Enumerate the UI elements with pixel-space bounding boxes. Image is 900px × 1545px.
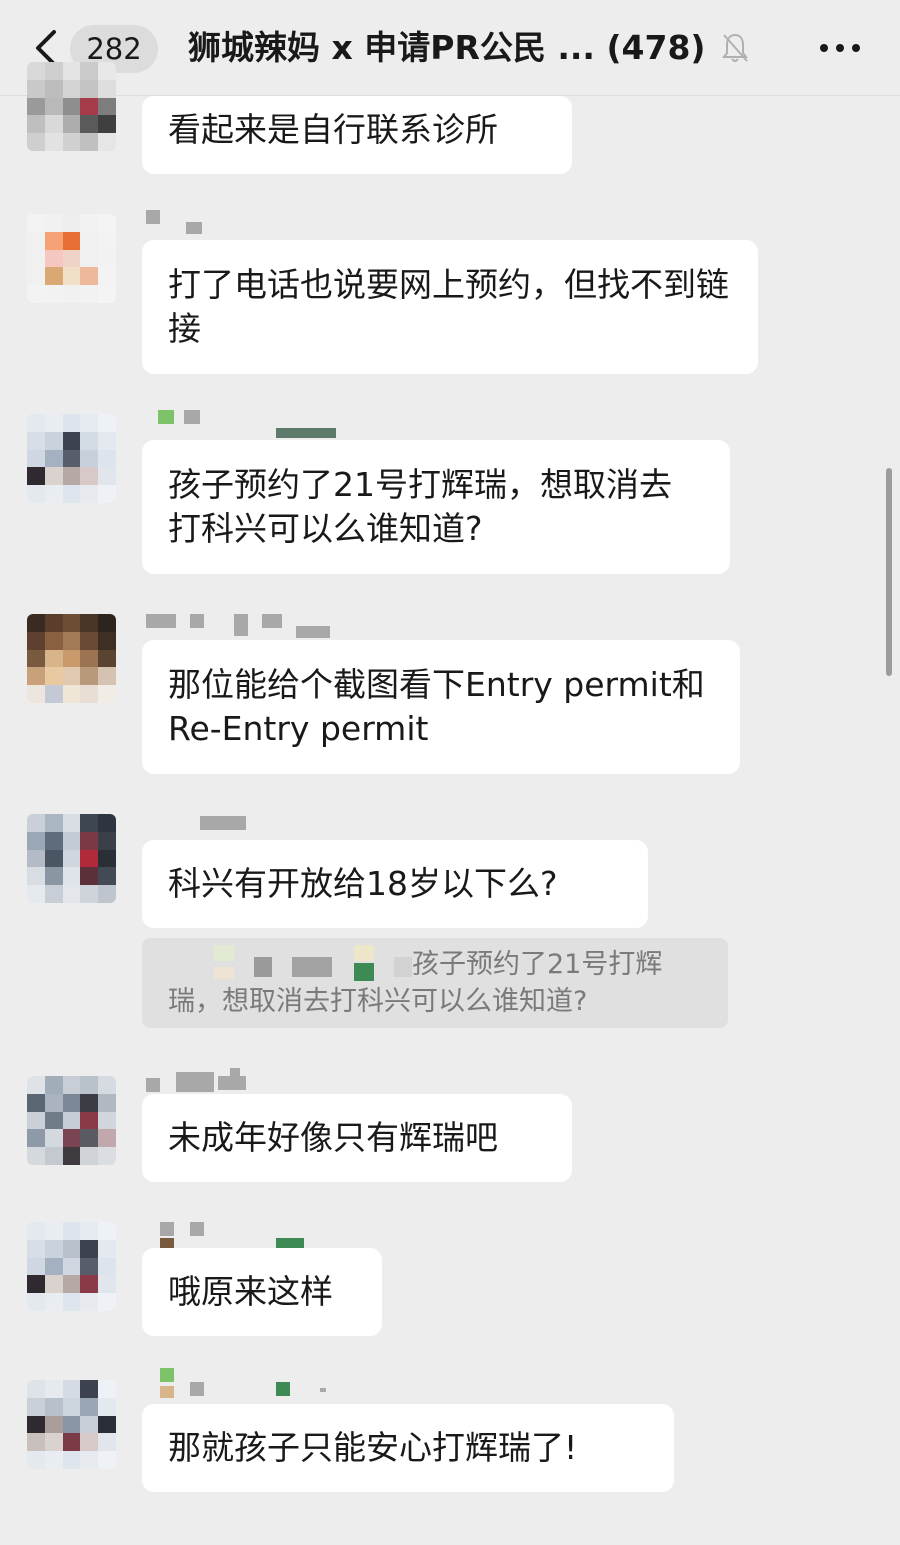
- message-bubble[interactable]: 孩子预约了21号打辉瑞，想取消去打科兴可以么谁知道?: [142, 440, 730, 574]
- sender-name: [160, 1222, 310, 1250]
- chat-title: 狮城辣妈 x 申请PR公民 ... (478): [188, 28, 706, 67]
- message-bubble[interactable]: 那位能给个截图看下Entry permit和Re-Entry permit: [142, 640, 740, 774]
- avatar[interactable]: [27, 814, 116, 903]
- message-text: 看起来是自行联系诊所: [168, 110, 498, 149]
- message-text: 那就孩子只能安心打辉瑞了!: [168, 1428, 578, 1467]
- message-bubble[interactable]: 哦原来这样: [142, 1248, 382, 1336]
- message-text: 那位能给个截图看下Entry permit和Re-Entry permit: [168, 665, 705, 748]
- message-bubble[interactable]: 那就孩子只能安心打辉瑞了!: [142, 1404, 674, 1492]
- sender-name: [160, 1368, 330, 1398]
- message-text: 哦原来这样: [168, 1272, 333, 1311]
- avatar[interactable]: [27, 214, 116, 303]
- chat-header: 282 狮城辣妈 x 申请PR公民 ... (478): [0, 0, 900, 96]
- sender-name: [200, 816, 250, 834]
- quoted-sender-name: [168, 944, 412, 981]
- message-text: 打了电话也说要网上预约，但找不到链接: [168, 265, 729, 348]
- sender-name: [146, 614, 336, 638]
- ellipsis-icon[interactable]: [818, 40, 862, 56]
- sender-name: [146, 410, 336, 438]
- avatar[interactable]: [27, 1380, 116, 1469]
- bell-muted-icon: [722, 33, 748, 62]
- avatar[interactable]: [27, 1222, 116, 1311]
- scrollbar[interactable]: [886, 468, 892, 676]
- sender-name: [146, 1064, 256, 1092]
- avatar[interactable]: [27, 1076, 116, 1165]
- avatar[interactable]: [27, 62, 116, 151]
- avatar[interactable]: [27, 414, 116, 503]
- message-text: 孩子预约了21号打辉瑞，想取消去打科兴可以么谁知道?: [168, 465, 672, 548]
- sender-name: [146, 210, 206, 234]
- message-bubble[interactable]: 科兴有开放给18岁以下么?: [142, 840, 648, 928]
- message-text: 科兴有开放给18岁以下么?: [168, 864, 558, 903]
- avatar[interactable]: [27, 614, 116, 703]
- message-bubble[interactable]: 打了电话也说要网上预约，但找不到链接: [142, 240, 758, 374]
- message-text: 未成年好像只有辉瑞吧: [168, 1118, 498, 1157]
- quoted-message[interactable]: 孩子预约了21号打辉瑞，想取消去打科兴可以么谁知道?: [142, 938, 728, 1028]
- message-bubble[interactable]: 看起来是自行联系诊所: [142, 96, 572, 174]
- message-bubble[interactable]: 未成年好像只有辉瑞吧: [142, 1094, 572, 1182]
